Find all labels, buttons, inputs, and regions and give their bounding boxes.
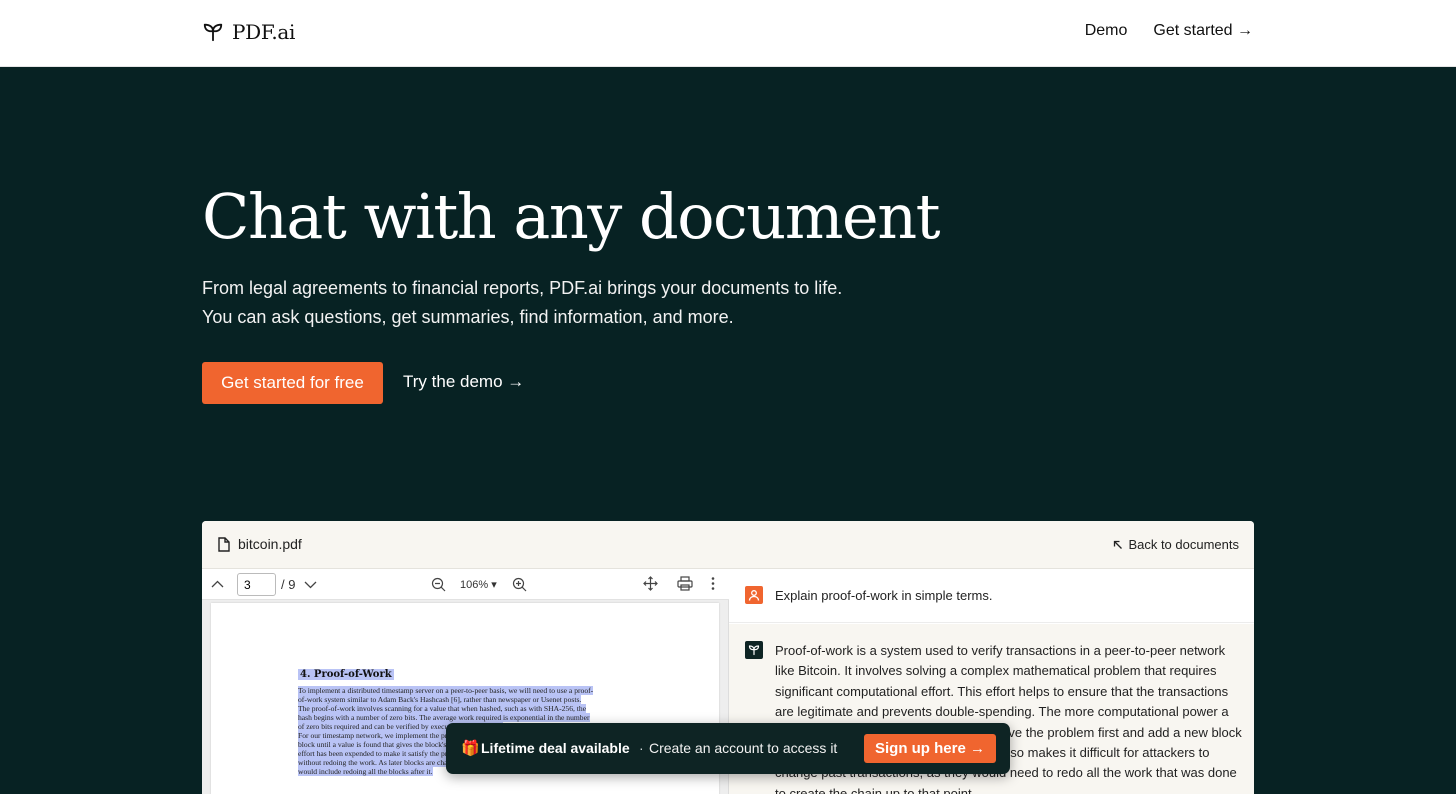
- pdf-text-line: would include redoing all the blocks aft…: [298, 767, 433, 776]
- sprout-logo-icon: [203, 23, 223, 42]
- hero-subtitle-line-1: From legal agreements to financial repor…: [202, 278, 843, 298]
- chevron-down-icon[interactable]: [303, 577, 318, 592]
- banner-separator: ·: [639, 740, 644, 756]
- file-icon: [218, 536, 230, 552]
- user-avatar: [745, 586, 763, 604]
- user-icon: [748, 590, 760, 601]
- nav-links: Demo Get started →: [1085, 22, 1253, 40]
- sign-up-button[interactable]: Sign up here →: [864, 734, 996, 763]
- brand-logo[interactable]: PDF.ai: [202, 20, 295, 44]
- back-to-documents-link[interactable]: Back to documents: [1113, 537, 1239, 552]
- try-demo-link[interactable]: Try the demo →: [403, 372, 524, 392]
- pdf-text-line: hash begins with a number of zero bits. …: [298, 713, 590, 722]
- more-vertical-icon[interactable]: [711, 576, 715, 591]
- pdf-text-line: The proof-of-work involves scanning for …: [298, 704, 587, 713]
- page-total: / 9: [281, 577, 296, 592]
- nav-demo-link[interactable]: Demo: [1085, 22, 1128, 40]
- lifetime-deal-banner: 🎁 Lifetime deal available · Create an ac…: [446, 723, 1010, 774]
- document-title: bitcoin.pdf: [218, 536, 302, 552]
- pdf-section-heading: 4. Proof-of-Work: [298, 669, 394, 680]
- zoom-out-icon[interactable]: [431, 577, 446, 592]
- document-header: bitcoin.pdf Back to documents: [202, 521, 1254, 569]
- file-name: bitcoin.pdf: [238, 536, 302, 552]
- hero-title: Chat with any document: [202, 180, 941, 253]
- banner-description: Create an account to access it: [649, 740, 838, 756]
- arrow-up-left-icon: [1114, 540, 1123, 549]
- user-message: Explain proof-of-work in simple terms.: [729, 569, 1254, 623]
- sprout-logo-icon: [748, 645, 760, 656]
- top-nav: PDF.ai Demo Get started →: [0, 0, 1456, 67]
- move-icon[interactable]: [643, 576, 658, 591]
- zoom-level-select[interactable]: 106% ▾: [460, 578, 497, 591]
- banner-title: Lifetime deal available: [481, 740, 630, 756]
- user-question: Explain proof-of-work in simple terms.: [775, 588, 993, 603]
- gift-icon: 🎁: [461, 740, 480, 757]
- assistant-avatar: [745, 641, 763, 659]
- pdf-text-line: of-work system similar to Adam Back's Ha…: [298, 695, 582, 704]
- hero-subtitle: From legal agreements to financial repor…: [202, 274, 922, 332]
- pdf-toolbar: / 9 106% ▾: [202, 569, 729, 600]
- nav-get-started-link[interactable]: Get started →: [1153, 22, 1253, 40]
- chevron-up-icon[interactable]: [210, 577, 225, 592]
- brand-name: PDF.ai: [232, 20, 296, 44]
- page-number-input[interactable]: [237, 573, 276, 596]
- zoom-in-icon[interactable]: [512, 577, 527, 592]
- pdf-text-line: To implement a distributed timestamp ser…: [298, 686, 594, 695]
- back-to-documents-label: Back to documents: [1128, 537, 1239, 552]
- get-started-free-button[interactable]: Get started for free: [202, 362, 383, 404]
- hero-subtitle-line-2: You can ask questions, get summaries, fi…: [202, 307, 734, 327]
- print-icon[interactable]: [677, 576, 693, 591]
